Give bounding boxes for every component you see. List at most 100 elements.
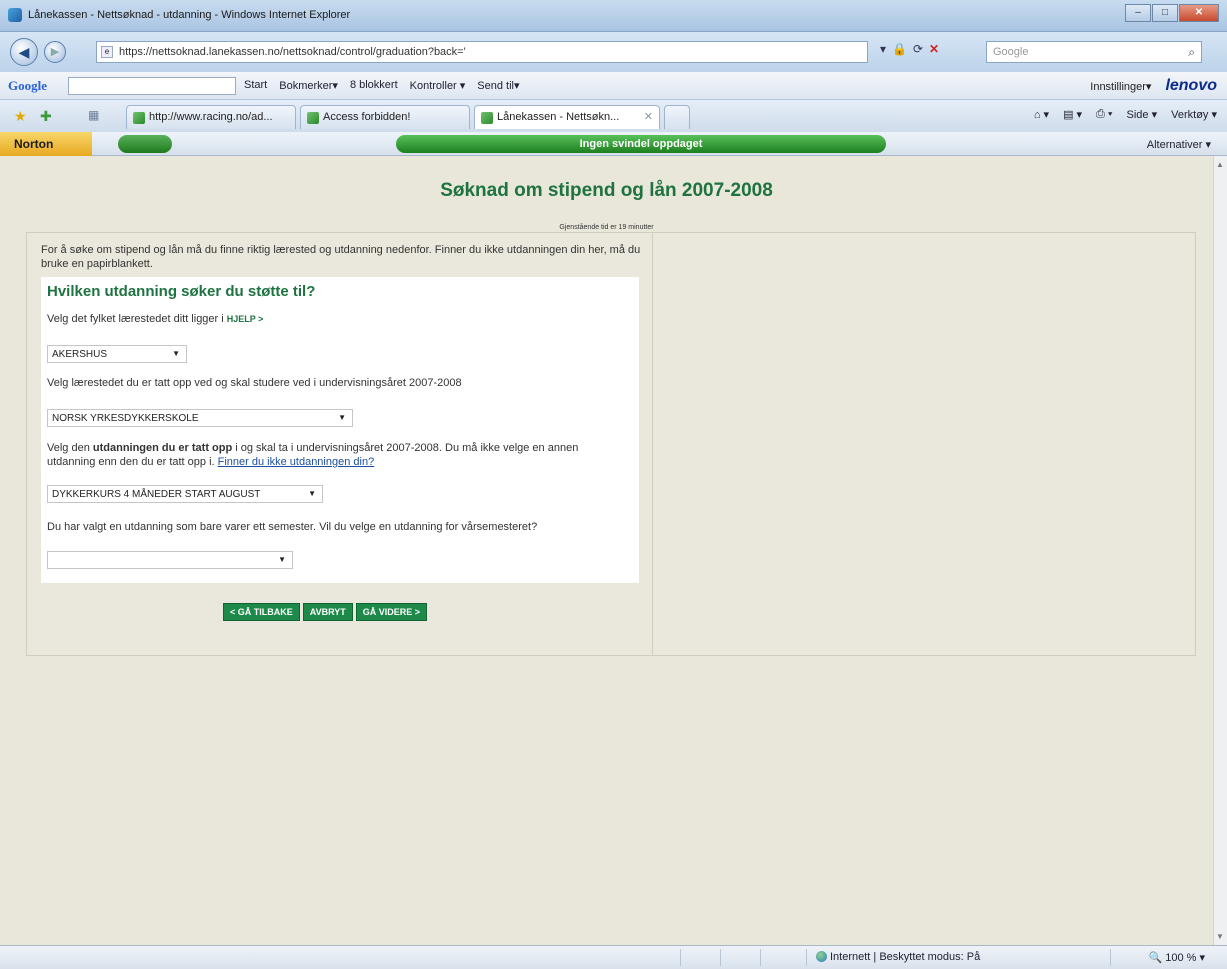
search-placeholder: Google [993, 46, 1029, 58]
find-education-link[interactable]: Finner du ikke utdanningen din? [218, 456, 375, 468]
tools-menu[interactable]: Verktøy ▾ [1171, 108, 1217, 121]
form-buttons: < GÅ TILBAKE AVBRYT GÅ VIDERE > [223, 603, 428, 621]
title-bar: Lånekassen - Nettsøknad - utdanning - Wi… [0, 0, 1227, 32]
cancel-button[interactable]: AVBRYT [302, 603, 353, 621]
favorites-star-icon[interactable]: ★ [14, 108, 27, 125]
status-divider [680, 949, 681, 966]
semester-select[interactable]: ▼ [47, 551, 293, 569]
address-row: ◀ ▶ e https://nettsoknad.lanekassen.no/n… [0, 32, 1227, 72]
form-panel: For å søke om stipend og lån må du finne… [26, 232, 1196, 656]
search-icon[interactable]: ⌕ [1188, 45, 1195, 60]
page-title: Søknad om stipend og lån 2007-2008 [440, 180, 773, 201]
school-select[interactable]: NORSK YRKESDYKKERSKOLE ▼ [47, 409, 353, 427]
window-title: Lånekassen - Nettsøknad - utdanning - Wi… [28, 9, 351, 21]
print-icon[interactable]: ⎙ ▾ [1096, 108, 1112, 121]
lock-icon[interactable]: 🔒 [892, 42, 907, 56]
tab-favicon [307, 112, 319, 124]
google-search-input[interactable] [68, 77, 236, 95]
tab-close-icon[interactable]: ✕ [644, 110, 653, 123]
education-select[interactable]: DYKKERKURS 4 MÅNEDER START AUGUST ▼ [47, 485, 323, 503]
vertical-scrollbar[interactable]: ▲ ▼ [1213, 156, 1227, 945]
address-bar[interactable]: e https://nettsoknad.lanekassen.no/netts… [96, 41, 868, 63]
county-select[interactable]: AKERSHUS ▼ [47, 345, 187, 363]
google-logo-text: Google [8, 78, 47, 93]
form-heading: Hvilken utdanning søker du støtte til? [47, 283, 316, 300]
zoom-level-text: 100 % [1165, 952, 1197, 964]
stop-icon[interactable]: ✕ [929, 42, 939, 56]
school-label: Velg lærestedet du er tatt opp ved og sk… [47, 377, 462, 389]
norton-safe-icons[interactable] [118, 135, 172, 153]
google-settings[interactable]: Innstillinger▾ [1090, 80, 1151, 93]
quick-tabs-icon[interactable]: ▦ [88, 108, 99, 122]
browser-window: Lånekassen - Nettsøknad - utdanning - Wi… [0, 0, 1227, 969]
tab-favicon [481, 112, 493, 124]
google-send-to[interactable]: Send til▾ [477, 79, 519, 92]
education-label-bold: utdanningen du er tatt opp [92, 442, 233, 454]
dropdown-arrow-icon[interactable]: ▾ [880, 42, 886, 56]
add-favorites-icon[interactable]: ✚ [40, 108, 52, 125]
education-label-part: Velg den [47, 442, 93, 454]
search-box[interactable]: Google ⌕ [986, 41, 1202, 63]
tab-label: Lånekassen - Nettsøkn... [497, 111, 620, 123]
command-bar: ⌂ ▾ ▤ ▾ ⎙ ▾ Side ▾ Verktøy ▾ [1034, 108, 1217, 121]
norton-toolbar: Norton Ingen svindel oppdaget Alternativ… [0, 132, 1227, 156]
status-divider [760, 949, 761, 966]
intro-text: For å søke om stipend og lån må du finne… [41, 244, 641, 270]
google-start[interactable]: Start [244, 79, 267, 92]
county-select-value: AKERSHUS [52, 349, 108, 360]
county-label: Velg det fylket lærestedet ditt ligger i [47, 313, 224, 325]
tabs-row: ★ ✚ ▦ http://www.racing.no/ad... Access … [0, 100, 1227, 132]
refresh-icon[interactable]: ⟳ [913, 42, 923, 56]
norton-fraud-status[interactable]: Ingen svindel oppdaget [396, 135, 886, 153]
security-zone-text: Internett | Beskyttet modus: På [830, 951, 981, 963]
tab-lanekassen[interactable]: Lånekassen - Nettsøkn... ✕ [474, 105, 660, 129]
google-check[interactable]: Kontroller ▾ [410, 79, 466, 92]
page-menu[interactable]: Side ▾ [1127, 108, 1158, 121]
tab-racing[interactable]: http://www.racing.no/ad... [126, 105, 296, 129]
lenovo-logo: lenovo [1165, 77, 1217, 94]
status-divider [720, 949, 721, 966]
form-column: For å søke om stipend og lån må du finne… [27, 233, 653, 655]
tab-label: Access forbidden! [323, 111, 411, 123]
education-form: Hvilken utdanning søker du støtte til? V… [41, 277, 639, 583]
chevron-down-icon: ▼ [172, 349, 180, 358]
maximize-icon[interactable]: □ [1152, 4, 1178, 22]
education-label-part: utdanning enn den du er tatt opp i. [47, 456, 218, 468]
go-back-button[interactable]: < GÅ TILBAKE [223, 603, 300, 621]
scroll-down-icon[interactable]: ▼ [1216, 932, 1224, 941]
page-icon: e [101, 46, 113, 58]
feeds-icon[interactable]: ▤ ▾ [1063, 108, 1082, 121]
continue-button[interactable]: GÅ VIDERE > [355, 603, 428, 621]
ie-app-icon [8, 8, 22, 22]
scroll-up-icon[interactable]: ▲ [1216, 160, 1224, 169]
chevron-down-icon: ▼ [278, 555, 286, 564]
education-select-value: DYKKERKURS 4 MÅNEDER START AUGUST [52, 489, 261, 500]
tab-favicon [133, 112, 145, 124]
google-popup-blocked[interactable]: 8 blokkert [350, 79, 398, 92]
session-timeout: Gjenstående tid er 19 minutter [559, 224, 654, 231]
tab-label: http://www.racing.no/ad... [149, 111, 273, 123]
window-controls: – □ ✕ [1125, 4, 1219, 22]
forward-button[interactable]: ▶ [44, 41, 66, 63]
zoom-level[interactable]: 🔍 100 % ▾ [1148, 951, 1205, 964]
norton-alternatives[interactable]: Alternativer ▾ [1147, 138, 1211, 151]
security-zone[interactable]: Internett | Beskyttet modus: På [816, 951, 980, 963]
page-content: Søknad om stipend og lån 2007-2008 Gjens… [0, 156, 1213, 945]
status-divider [806, 949, 807, 966]
google-bookmarks[interactable]: Bokmerker▾ [279, 79, 338, 92]
home-icon[interactable]: ⌂ ▾ [1034, 108, 1049, 121]
norton-logo: Norton [0, 132, 92, 156]
close-icon[interactable]: ✕ [1179, 4, 1219, 22]
back-button[interactable]: ◀ [10, 38, 38, 66]
tab-access-forbidden[interactable]: Access forbidden! [300, 105, 470, 129]
globe-icon [816, 951, 827, 962]
education-label: Velg den utdanningen du er tatt opp i og… [47, 441, 637, 469]
chevron-down-icon: ▼ [308, 489, 316, 498]
minimize-icon[interactable]: – [1125, 4, 1151, 22]
address-tools: ▾ 🔒 ⟳ ✕ [880, 42, 939, 56]
help-link[interactable]: HJELP > [227, 314, 264, 324]
semester-label: Du har valgt en utdanning som bare varer… [47, 521, 538, 533]
url-text: https://nettsoknad.lanekassen.no/nettsok… [119, 46, 466, 58]
new-tab-button[interactable] [664, 105, 690, 129]
chevron-down-icon: ▼ [338, 413, 346, 422]
